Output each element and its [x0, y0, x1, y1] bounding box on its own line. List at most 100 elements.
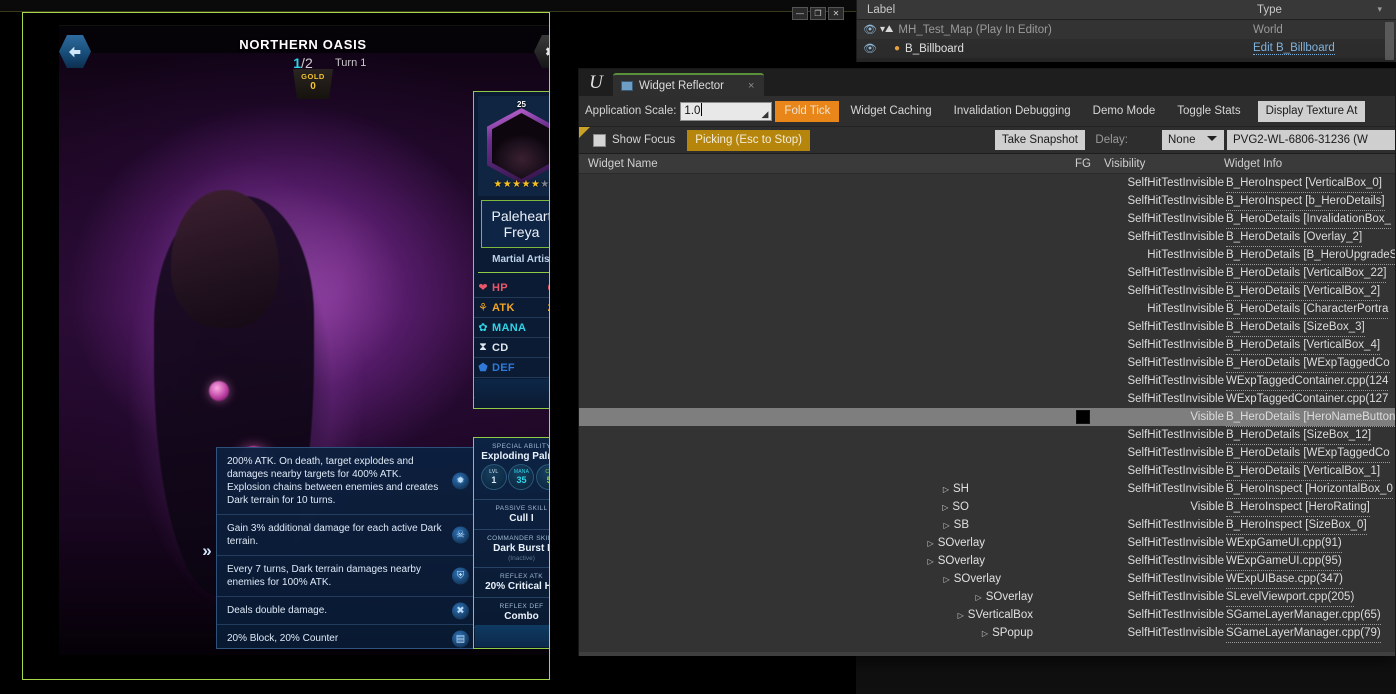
widget-tree-row[interactable]: ▷ SOverlay SelfHitTestInvisible WExpUIBase.…	[579, 570, 1395, 589]
expander-triangle-icon[interactable]: ▷	[943, 485, 949, 494]
widget-tree-row[interactable]: SelfHitTestInvisible B_HeroDetails [SizeB…	[579, 318, 1395, 337]
widget-tree-row[interactable]: SelfHitTestInvisible B_HeroDetails [WExpT…	[579, 354, 1395, 373]
picking-button[interactable]: Picking (Esc to Stop)	[687, 129, 811, 151]
widget-tree-row[interactable]: SelfHitTestInvisible B_HeroDetails [Verti…	[579, 336, 1395, 355]
widget-tree-row[interactable]: SelfHitTestInvisible B_HeroDetails [Verti…	[579, 282, 1395, 301]
reflex-atk-section[interactable]: REFLEX ATK 20% Critical Hit	[474, 568, 549, 598]
widget-tree-row[interactable]: SelfHitTestInvisible B_HeroDetails [Inval…	[579, 210, 1395, 229]
outliner-scrollbar[interactable]	[1385, 22, 1394, 60]
widget-tree-body[interactable]: SelfHitTestInvisible B_HeroInspect [Verti…	[579, 174, 1395, 656]
reflex-def-section[interactable]: REFLEX DEF Combo	[474, 598, 549, 628]
outliner-row-world[interactable]: 👁 ▾⛰ MH_Test_Map (Play In Editor) World	[857, 20, 1396, 39]
display-texture-atlas-button[interactable]: Display Texture At	[1257, 100, 1366, 122]
expander-triangle-icon[interactable]: ▷	[944, 575, 950, 584]
widget-tree-row[interactable]: ▷ SH SelfHitTestInvisible B_HeroInspect [Ho…	[579, 480, 1395, 499]
expander-triangle-icon[interactable]: ▷	[944, 521, 950, 530]
widget-info-link[interactable]: B_HeroDetails [B_HeroUpgradeS	[1226, 246, 1395, 265]
expander-triangle-icon[interactable]: ▷	[928, 539, 934, 548]
widget-tree-row[interactable]: SelfHitTestInvisible B_HeroDetails [Verti…	[579, 462, 1395, 481]
widget-info-link[interactable]: B_HeroDetails [InvalidationBox_	[1226, 210, 1391, 229]
toggle-stats-button[interactable]: Toggle Stats	[1166, 101, 1251, 121]
widget-info-link[interactable]: B_HeroDetails [VerticalBox_1]	[1226, 462, 1381, 481]
fold-tick-button[interactable]: Fold Tick	[775, 100, 840, 122]
chevron-double-right-icon[interactable]: »	[198, 538, 216, 564]
application-scale-input[interactable]: 1.0 ◢	[680, 101, 773, 123]
widget-tree-row[interactable]: ▷ SB SelfHitTestInvisible B_HeroInspect [Si…	[579, 516, 1395, 535]
widget-tree-row[interactable]: ▷ SO Visible B_HeroInspect [HeroRating]	[579, 498, 1395, 517]
column-fg[interactable]: FG	[1075, 158, 1091, 170]
widget-tree-row[interactable]: SelfHitTestInvisible B_HeroInspect [Verti…	[579, 174, 1395, 193]
widget-info-link[interactable]: SGameLayerManager.cpp(79)	[1226, 624, 1381, 643]
tab-widget-reflector[interactable]: Widget Reflector ×	[613, 73, 765, 96]
widget-tree-row[interactable]: SelfHitTestInvisible B_HeroDetails [WExpT…	[579, 444, 1395, 463]
spinner-arrows-icon[interactable]: ◢	[762, 106, 769, 123]
widget-info-link[interactable]: SGameLayerManager.cpp(65)	[1226, 606, 1381, 625]
chevron-down-icon[interactable]	[1207, 136, 1217, 141]
passive-skill-section[interactable]: PASSIVE SKILL Cull I	[474, 500, 549, 530]
expander-triangle-icon[interactable]: ▷	[982, 629, 988, 638]
widget-tree-row[interactable]: SelfHitTestInvisible B_HeroDetails [Overl…	[579, 228, 1395, 247]
expander-triangle-icon[interactable]: ▷	[928, 557, 934, 566]
column-widget-name[interactable]: Widget Name	[588, 158, 658, 170]
widget-tree-row[interactable]: ▷ SOverlay SelfHitTestInvisible SLevelViewp…	[579, 588, 1395, 607]
close-button[interactable]: ✕	[828, 7, 844, 20]
maximize-button[interactable]: ❐	[810, 7, 826, 20]
widget-tree-row[interactable]: HitTestInvisible B_HeroDetails [B_HeroUpg…	[579, 246, 1395, 265]
widget-info-link[interactable]: B_HeroInspect [SizeBox_0]	[1226, 516, 1367, 535]
widget-tree-row[interactable]: SelfHitTestInvisible B_HeroDetails [SizeB…	[579, 426, 1395, 445]
widget-info-link[interactable]: WExpTaggedContainer.cpp(127	[1226, 390, 1389, 409]
show-focus-checkbox[interactable]	[593, 133, 606, 147]
special-ability-section[interactable]: SPECIAL ABILITY Exploding Palm I LVL 1 M…	[474, 438, 549, 500]
widget-info-link[interactable]: WExpGameUI.cpp(91)	[1226, 534, 1342, 553]
outliner-type-link[interactable]: Edit B_Billboard	[1253, 42, 1335, 55]
outliner-row-actor[interactable]: 👁 ● B_Billboard Edit B_Billboard	[857, 39, 1396, 58]
sort-descending-icon[interactable]: ▾	[1377, 4, 1396, 15]
widget-tree-row[interactable]: ▷ SOverlay SelfHitTestInvisible WExpGameUI.…	[579, 552, 1395, 571]
widget-info-link[interactable]: B_HeroDetails [CharacterPortra	[1226, 300, 1389, 319]
widget-info-link[interactable]: B_HeroDetails [SizeBox_12]	[1226, 426, 1372, 445]
widget-info-link[interactable]: B_HeroDetails [WExpTaggedCo	[1226, 444, 1390, 463]
widget-info-link[interactable]: WExpGameUI.cpp(95)	[1226, 552, 1342, 571]
expander-triangle-icon[interactable]: ▷	[958, 611, 964, 620]
outliner-column-label[interactable]: Label	[857, 4, 1247, 16]
widget-info-link[interactable]: B_HeroDetails [Overlay_2]	[1226, 228, 1363, 247]
widget-caching-button[interactable]: Widget Caching	[839, 101, 942, 121]
outliner-column-type[interactable]: Type	[1247, 4, 1377, 16]
widget-tree-row[interactable]: SelfHitTestInvisible WExpTaggedContainer.…	[579, 390, 1395, 409]
column-widget-info[interactable]: Widget Info	[1224, 158, 1282, 170]
eye-icon[interactable]: 👁	[863, 42, 880, 55]
commander-skill-section[interactable]: COMMANDER SKILL Dark Burst I (Inactive)	[474, 530, 549, 568]
widget-info-link[interactable]: B_HeroDetails [VerticalBox_2]	[1226, 282, 1381, 301]
widget-tree-row[interactable]: ▷ SVerticalBox SelfHitTestInvisible SGameLa…	[579, 606, 1395, 625]
widget-info-link[interactable]: B_HeroDetails [VerticalBox_22]	[1226, 264, 1387, 283]
widget-info-link[interactable]: B_HeroInspect [b_HeroDetails]	[1226, 192, 1385, 211]
invalidation-debugging-button[interactable]: Invalidation Debugging	[943, 101, 1082, 121]
game-window-controls[interactable]: — ❐ ✕	[792, 7, 844, 20]
widget-info-link[interactable]: B_HeroInspect [HorizontalBox_0	[1226, 480, 1393, 499]
widget-info-link[interactable]: B_HeroDetails [WExpTaggedCo	[1226, 354, 1390, 373]
widget-info-link[interactable]: WExpUIBase.cpp(347)	[1226, 570, 1343, 589]
widget-tree-row[interactable]: HitTestInvisible B_HeroDetails [Character…	[579, 300, 1395, 319]
widget-tree-row[interactable]: SelfHitTestInvisible B_HeroInspect [b_Her…	[579, 192, 1395, 211]
widget-info-link[interactable]: B_HeroInspect [VerticalBox_0]	[1226, 174, 1382, 193]
widget-tree-row[interactable]: SelfHitTestInvisible WExpTaggedContainer.…	[579, 372, 1395, 391]
take-snapshot-button[interactable]: Take Snapshot	[994, 130, 1085, 150]
character-portrait[interactable]: 25 ★★★★★★	[478, 96, 549, 196]
column-visibility[interactable]: Visibility	[1104, 158, 1145, 170]
widget-tree-row[interactable]: Visible B_HeroDetails [HeroNameButton	[579, 408, 1395, 427]
demo-mode-button[interactable]: Demo Mode	[1082, 101, 1167, 121]
widget-tree-row[interactable]: ▷ SOverlay SelfHitTestInvisible WExpGameUI.…	[579, 534, 1395, 553]
close-icon[interactable]: ×	[748, 80, 754, 92]
widget-info-link[interactable]: B_HeroDetails [HeroNameButton	[1226, 408, 1395, 427]
hero-details-card[interactable]: 25 ★★★★★★ Paleheart Freya Martial Artist…	[473, 91, 549, 409]
widget-tree-row[interactable]: SelfHitTestInvisible B_HeroDetails [Verti…	[579, 264, 1395, 283]
widget-tree-row[interactable]: ▷ SPopup SelfHitTestInvisible SGameLayerMan…	[579, 624, 1395, 643]
snapshot-target-dropdown[interactable]: PVG2-WL-6806-31236 (W	[1227, 130, 1395, 150]
widget-info-link[interactable]: WExpTaggedContainer.cpp(124	[1226, 372, 1389, 391]
expander-triangle-icon[interactable]: ▷	[942, 503, 948, 512]
widget-info-link[interactable]: SLevelViewport.cpp(205)	[1226, 588, 1355, 607]
hero-name-button[interactable]: Paleheart Freya	[481, 200, 549, 248]
widget-info-link[interactable]: B_HeroInspect [HeroRating]	[1226, 498, 1370, 517]
widget-info-link[interactable]: B_HeroDetails [VerticalBox_4]	[1226, 336, 1381, 355]
hero-rating-stars[interactable]: ★★★★★★	[478, 180, 549, 190]
